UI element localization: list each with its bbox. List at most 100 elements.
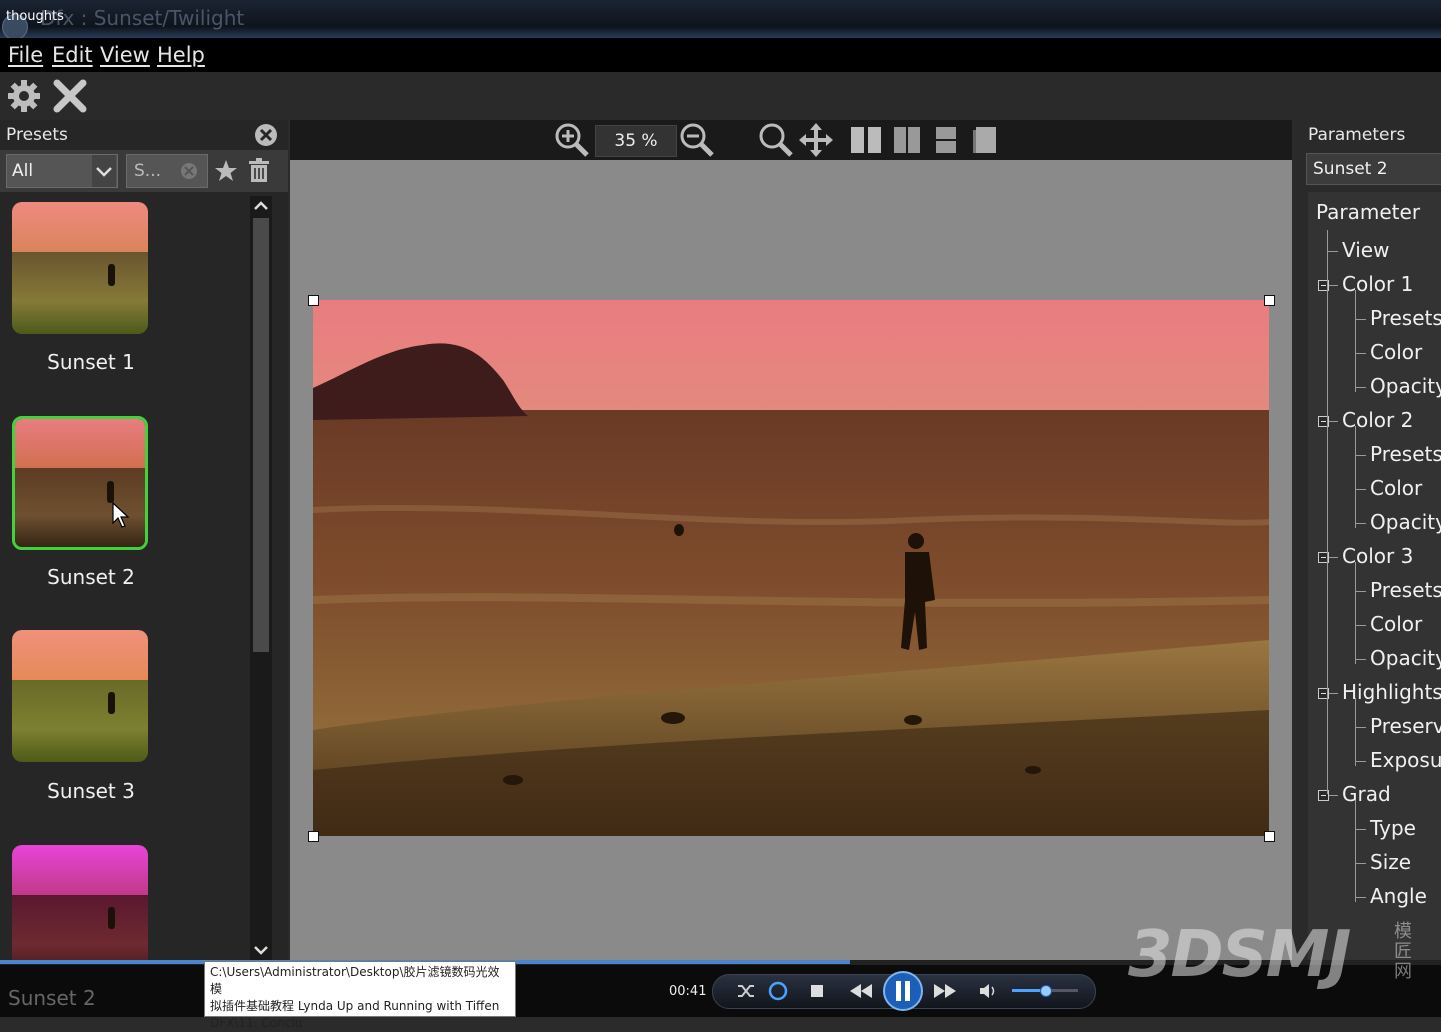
tree-branch-line — [1355, 562, 1356, 596]
preset-label-sunset-2[interactable]: Sunset 2 — [8, 565, 174, 589]
crop-handle-bl[interactable] — [308, 831, 319, 842]
full-view-icon[interactable] — [972, 125, 998, 155]
tree-item-opacity[interactable]: Opacity — [1370, 510, 1441, 534]
tree-connector — [1356, 659, 1366, 660]
rewind-icon[interactable] — [848, 982, 874, 1000]
tree-item-view[interactable]: View — [1342, 238, 1389, 262]
preview-image[interactable] — [313, 300, 1269, 836]
menu-edit[interactable]: Edit — [52, 43, 93, 67]
tree-item-angle[interactable]: Angle — [1370, 884, 1427, 908]
star-favorite-icon[interactable] — [213, 158, 239, 184]
trash-icon[interactable] — [247, 158, 271, 184]
tree-item-presets[interactable]: Presets — [1370, 306, 1441, 330]
pause-button[interactable] — [882, 970, 924, 1012]
zoom-in-icon[interactable] — [554, 122, 590, 158]
tree-item-preserve[interactable]: Preserve — [1370, 714, 1441, 738]
clear-search-icon[interactable] — [180, 162, 198, 180]
category-dropdown[interactable]: All — [6, 154, 118, 188]
tree-item-color[interactable]: Color — [1370, 340, 1422, 364]
tree-connector — [1356, 523, 1366, 524]
zoom-fit-icon[interactable] — [758, 122, 794, 158]
tree-branch-line — [1355, 732, 1356, 766]
thumb-sky — [12, 630, 148, 681]
tree-branch-line — [1355, 426, 1356, 460]
wipe-view-icon[interactable] — [893, 125, 921, 155]
menu-view[interactable]: View — [100, 43, 150, 67]
scroll-down-icon[interactable] — [252, 942, 270, 958]
thumb-sky — [15, 419, 145, 468]
tree-item-type[interactable]: Type — [1370, 816, 1416, 840]
parameters-title: Parameters — [1308, 125, 1406, 145]
gear-icon[interactable] — [6, 78, 42, 114]
presets-panel: Presets All S... Sunset 1 Sunset 2 Sunse… — [0, 120, 288, 960]
tree-item-opacity[interactable]: Opacity — [1370, 646, 1441, 670]
tree-item-highlights[interactable]: Highlights — [1342, 680, 1441, 704]
close-x-icon[interactable] — [52, 78, 88, 114]
presets-scrollbar[interactable] — [250, 196, 272, 960]
scrollbar-thumb[interactable] — [253, 218, 269, 652]
crop-handle-tr[interactable] — [1264, 295, 1275, 306]
presets-list: Sunset 1 Sunset 2 Sunset 3 — [8, 200, 248, 960]
crop-handle-br[interactable] — [1264, 831, 1275, 842]
viewer-toolbar: 35 % — [290, 120, 1292, 160]
tree-branch-line — [1355, 868, 1356, 902]
fast-forward-icon[interactable] — [932, 982, 958, 1000]
tree-branch-line — [1355, 290, 1356, 324]
thumb-person — [107, 481, 114, 503]
tree-item-presets[interactable]: Presets — [1370, 578, 1441, 602]
stop-icon[interactable] — [809, 983, 825, 999]
tree-connector — [1328, 795, 1338, 796]
tree-branch-line — [1355, 834, 1356, 868]
zoom-level-field[interactable]: 35 % — [595, 125, 677, 157]
file-path-tooltip: C:\Users\Administrator\Desktop\胶片滤镜数码光效模… — [204, 961, 516, 1030]
volume-icon[interactable] — [978, 982, 998, 1000]
split-view-icon[interactable] — [850, 125, 882, 155]
before-view-icon[interactable] — [934, 125, 958, 155]
tree-item-size[interactable]: Size — [1370, 850, 1411, 874]
preset-thumb-4[interactable] — [12, 845, 148, 960]
tree-branch-line — [1355, 494, 1356, 528]
repeat-icon[interactable] — [767, 980, 789, 1002]
preset-thumb-sunset-1[interactable] — [12, 202, 148, 334]
chevron-down-icon[interactable] — [92, 155, 116, 187]
overlay-label: thoughts — [6, 9, 64, 24]
tree-item-presets[interactable]: Presets — [1370, 442, 1441, 466]
crop-handle-tl[interactable] — [308, 295, 319, 306]
tree-item-color[interactable]: Color — [1370, 476, 1422, 500]
tree-branch-line — [1355, 800, 1356, 834]
tree-item-color[interactable]: Color — [1370, 612, 1422, 636]
mouse-cursor-icon — [112, 501, 130, 528]
watermark-logo: 3DSMJ — [1128, 918, 1351, 992]
tree-branch-line — [1355, 324, 1356, 358]
tree-branch-line — [1355, 596, 1356, 630]
menu-file[interactable]: File — [8, 43, 43, 67]
tree-root-label: Parameter — [1316, 200, 1421, 224]
menu-help[interactable]: Help — [157, 43, 205, 67]
tree-branch-line — [1355, 460, 1356, 494]
preset-name-field[interactable]: Sunset 2 — [1306, 153, 1441, 185]
close-panel-icon[interactable] — [254, 123, 278, 147]
zoom-level-value: 35 % — [614, 131, 658, 151]
tree-item-grad[interactable]: Grad — [1342, 782, 1391, 806]
volume-slider-knob[interactable] — [1040, 985, 1052, 997]
tree-item-exposure[interactable]: Exposure — [1370, 748, 1441, 772]
search-input[interactable]: S... — [126, 154, 208, 188]
shuffle-icon[interactable] — [736, 981, 756, 1001]
thumb-ground — [12, 252, 148, 334]
tree-item-color-1[interactable]: Color 1 — [1342, 272, 1413, 296]
tree-item-opacity[interactable]: Opacity — [1370, 374, 1441, 398]
category-value: All — [12, 161, 34, 181]
preset-label-sunset-1[interactable]: Sunset 1 — [8, 350, 174, 374]
zoom-out-icon[interactable] — [679, 122, 715, 158]
title-bar: Dfx : Sunset/Twilight thoughts — [0, 0, 1441, 40]
tree-item-color-2[interactable]: Color 2 — [1342, 408, 1413, 432]
pan-move-icon[interactable] — [798, 122, 834, 158]
preset-label-sunset-3[interactable]: Sunset 3 — [8, 779, 174, 803]
tree-connector — [1356, 591, 1366, 592]
tree-item-color-3[interactable]: Color 3 — [1342, 544, 1413, 568]
scroll-up-icon[interactable] — [252, 198, 270, 214]
preset-thumb-sunset-3[interactable] — [12, 630, 148, 762]
preset-thumb-sunset-2[interactable] — [12, 416, 148, 550]
tree-connector — [1356, 625, 1366, 626]
current-preset-status: Sunset 2 — [8, 986, 96, 1010]
